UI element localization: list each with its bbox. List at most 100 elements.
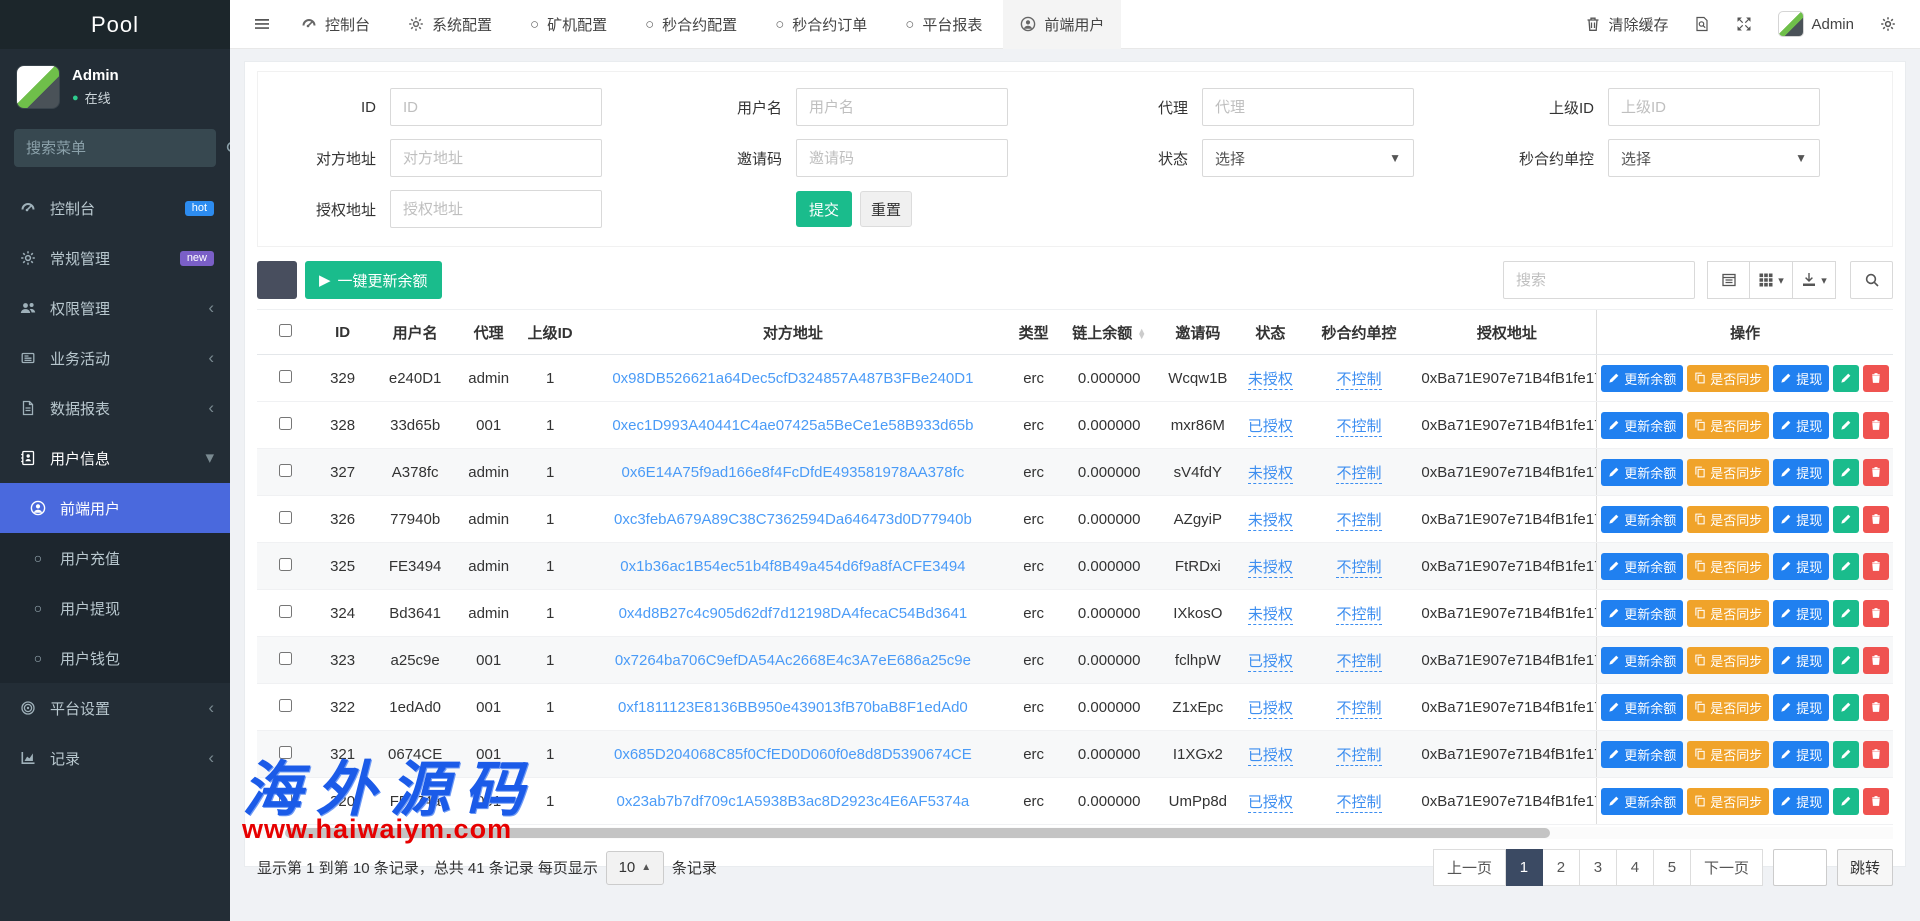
export-button[interactable]: ▾ xyxy=(1793,261,1836,299)
tab-platform-report[interactable]: ○ 平台报表 xyxy=(888,0,999,49)
sync-button[interactable]: 是否同步 xyxy=(1687,647,1769,674)
row-checkbox[interactable] xyxy=(279,793,292,806)
sync-button[interactable]: 是否同步 xyxy=(1687,741,1769,768)
sync-button[interactable]: 是否同步 xyxy=(1687,694,1769,721)
address-field[interactable] xyxy=(390,139,602,177)
contract-control-link[interactable]: 不控制 xyxy=(1336,418,1381,437)
withdraw-button[interactable]: 提现 xyxy=(1773,788,1829,815)
delete-button[interactable] xyxy=(1863,365,1889,392)
tab-contract-orders[interactable]: ○ 秒合约订单 xyxy=(758,0,884,49)
sync-button[interactable]: 是否同步 xyxy=(1687,600,1769,627)
delete-button[interactable] xyxy=(1863,506,1889,533)
agent-field[interactable] xyxy=(1202,88,1414,126)
admin-menu[interactable]: Admin xyxy=(1778,11,1854,37)
tab-contract-config[interactable]: ○ 秒合约配置 xyxy=(628,0,754,49)
fullscreen-button[interactable] xyxy=(1736,16,1752,32)
delete-button[interactable] xyxy=(1863,553,1889,580)
tab-frontend-users[interactable]: 前端用户 xyxy=(1003,0,1121,49)
sidebar-item-business[interactable]: 业务活动 ‹ xyxy=(0,333,230,383)
row-checkbox[interactable] xyxy=(279,605,292,618)
reset-button[interactable]: 重置 xyxy=(860,191,912,227)
address-link[interactable]: 0x7264ba706C9efDA54Ac2668E4c3A7eE686a25c… xyxy=(615,652,971,669)
update-balance-button[interactable]: 更新余额 xyxy=(1601,788,1683,815)
update-balance-button[interactable]: 更新余额 xyxy=(1601,412,1683,439)
jump-button[interactable]: 跳转 xyxy=(1837,849,1893,886)
update-balance-button[interactable]: 更新余额 xyxy=(1601,600,1683,627)
update-all-balances-button[interactable]: ▶ 一键更新余额 xyxy=(305,261,442,299)
contract-control-link[interactable]: 不控制 xyxy=(1336,371,1381,390)
delete-button[interactable] xyxy=(1863,459,1889,486)
tab-miner-config[interactable]: ○ 矿机配置 xyxy=(513,0,624,49)
status-link[interactable]: 已授权 xyxy=(1248,653,1293,672)
contract-control-link[interactable]: 不控制 xyxy=(1336,653,1381,672)
id-field[interactable] xyxy=(390,88,602,126)
delete-button[interactable] xyxy=(1863,741,1889,768)
sidebar-search[interactable] xyxy=(14,129,216,167)
contract-control-link[interactable]: 不控制 xyxy=(1336,700,1381,719)
address-link[interactable]: 0x685D204068C85f0CfED0D060f0e8d8D5390674… xyxy=(614,746,972,763)
status-link[interactable]: 已授权 xyxy=(1248,700,1293,719)
next-page-button[interactable]: 下一页 xyxy=(1691,849,1763,886)
row-checkbox[interactable] xyxy=(279,558,292,571)
col-balance-sortable[interactable]: 链上余额▲▼ xyxy=(1063,310,1156,355)
refresh-button[interactable] xyxy=(257,261,297,299)
sidebar-search-input[interactable] xyxy=(26,140,225,157)
row-checkbox[interactable] xyxy=(279,699,292,712)
edit-button[interactable] xyxy=(1833,741,1859,768)
address-link[interactable]: 0x6E14A75f9ad166e8f4FcDfdE493581978AA378… xyxy=(622,464,965,481)
contract-control-link[interactable]: 不控制 xyxy=(1336,794,1381,813)
status-link[interactable]: 未授权 xyxy=(1248,512,1293,531)
submit-button[interactable]: 提交 xyxy=(796,191,852,227)
delete-button[interactable] xyxy=(1863,647,1889,674)
search-toggle-button[interactable] xyxy=(1850,261,1893,299)
address-link[interactable]: 0x4d8B27c4c905d62df7d12198DA4fecaC54Bd36… xyxy=(619,605,968,622)
clear-cache-button[interactable]: 清除缓存 xyxy=(1585,14,1668,35)
select-all-checkbox[interactable] xyxy=(279,324,292,337)
withdraw-button[interactable]: 提现 xyxy=(1773,365,1829,392)
row-checkbox[interactable] xyxy=(279,652,292,665)
edit-button[interactable] xyxy=(1833,647,1859,674)
sidebar-item-user-info[interactable]: 用户信息 ▾ xyxy=(0,433,230,483)
contract-control-link[interactable]: 不控制 xyxy=(1336,747,1381,766)
edit-button[interactable] xyxy=(1833,412,1859,439)
row-checkbox[interactable] xyxy=(279,370,292,383)
settings-button[interactable] xyxy=(1880,16,1896,32)
status-link[interactable]: 已授权 xyxy=(1248,418,1293,437)
address-link[interactable]: 0x1b36ac1B54ec51b4f8B49a454d6f9a8fACFE34… xyxy=(620,558,965,575)
row-checkbox[interactable] xyxy=(279,511,292,524)
withdraw-button[interactable]: 提现 xyxy=(1773,600,1829,627)
sidebar-item-dashboard[interactable]: 控制台 hot xyxy=(0,183,230,233)
row-checkbox[interactable] xyxy=(279,417,292,430)
menu-toggle-icon[interactable] xyxy=(244,0,280,49)
sidebar-item-user-wallet[interactable]: ○ 用户钱包 xyxy=(0,633,230,683)
sync-button[interactable]: 是否同步 xyxy=(1687,788,1769,815)
update-balance-button[interactable]: 更新余额 xyxy=(1601,647,1683,674)
page-button-1[interactable]: 1 xyxy=(1506,849,1543,886)
delete-button[interactable] xyxy=(1863,694,1889,721)
withdraw-button[interactable]: 提现 xyxy=(1773,647,1829,674)
status-link[interactable]: 未授权 xyxy=(1248,559,1293,578)
page-button-2[interactable]: 2 xyxy=(1543,849,1580,886)
sync-button[interactable]: 是否同步 xyxy=(1687,412,1769,439)
withdraw-button[interactable]: 提现 xyxy=(1773,553,1829,580)
address-link[interactable]: 0xf1811123E8136BB950e439013fB70baB8F1edA… xyxy=(618,699,968,716)
jump-page-input[interactable] xyxy=(1773,849,1827,886)
withdraw-button[interactable]: 提现 xyxy=(1773,412,1829,439)
delete-button[interactable] xyxy=(1863,788,1889,815)
edit-button[interactable] xyxy=(1833,553,1859,580)
edit-button[interactable] xyxy=(1833,365,1859,392)
prev-page-button[interactable]: 上一页 xyxy=(1433,849,1506,886)
sidebar-item-reports[interactable]: 数据报表 ‹ xyxy=(0,383,230,433)
horizontal-scrollbar-thumb[interactable] xyxy=(285,828,1550,838)
parent-id-field[interactable] xyxy=(1608,88,1820,126)
sidebar-item-user-withdraw[interactable]: ○ 用户提现 xyxy=(0,583,230,633)
row-checkbox[interactable] xyxy=(279,464,292,477)
auth-address-field[interactable] xyxy=(390,190,602,228)
status-link[interactable]: 未授权 xyxy=(1248,371,1293,390)
withdraw-button[interactable]: 提现 xyxy=(1773,506,1829,533)
status-link[interactable]: 未授权 xyxy=(1248,606,1293,625)
delete-button[interactable] xyxy=(1863,600,1889,627)
sync-button[interactable]: 是否同步 xyxy=(1687,506,1769,533)
delete-button[interactable] xyxy=(1863,412,1889,439)
update-balance-button[interactable]: 更新余额 xyxy=(1601,459,1683,486)
